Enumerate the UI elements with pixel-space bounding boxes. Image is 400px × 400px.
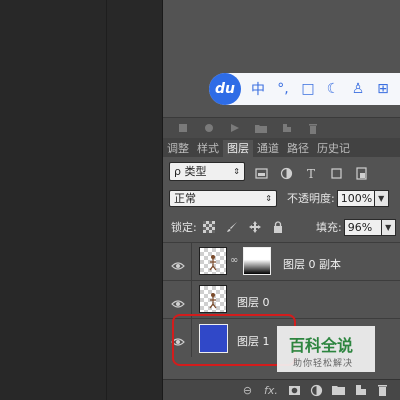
adjustment-filter-icon[interactable] xyxy=(280,165,293,179)
filter-icons: T xyxy=(255,165,380,181)
updown-icon: ⇕ xyxy=(265,193,272,203)
opacity-input[interactable]: 100% xyxy=(336,189,375,207)
lock-icons xyxy=(197,218,284,237)
updown-icon: ⇕ xyxy=(233,166,240,176)
lock-label: 锁定: xyxy=(171,221,197,234)
layer-thumbnail xyxy=(199,285,227,313)
lock-move-icon[interactable] xyxy=(248,218,261,233)
svg-text:T: T xyxy=(307,167,315,180)
tab-adjustments[interactable]: 调整 xyxy=(163,140,193,157)
layer-thumbnail xyxy=(199,247,227,275)
play-icon[interactable] xyxy=(229,122,241,134)
blend-mode-value: 正常 xyxy=(174,192,196,205)
tab-styles[interactable]: 样式 xyxy=(193,140,223,157)
lock-brush-icon[interactable] xyxy=(226,218,238,232)
ime-language-toggle[interactable]: 中 xyxy=(250,79,266,99)
lock-all-icon[interactable] xyxy=(272,218,284,233)
record-icon[interactable] xyxy=(203,122,215,134)
layer-mask-thumbnail[interactable] xyxy=(243,247,271,275)
shape-filter-icon[interactable] xyxy=(330,165,343,179)
trash-icon[interactable] xyxy=(376,384,389,397)
lock-row: 锁定: 填充: 96% ▼ xyxy=(163,216,400,238)
watermark-title: 百科全说 xyxy=(289,336,354,355)
figure-icon xyxy=(209,255,217,271)
stop-icon[interactable] xyxy=(177,122,189,134)
layer-name: 图层 0 xyxy=(237,296,270,309)
tab-paths[interactable]: 路径 xyxy=(283,140,313,157)
smart-object-filter-icon[interactable] xyxy=(355,165,368,180)
collapsed-panel-icon-bar xyxy=(163,117,400,139)
new-item-icon[interactable] xyxy=(281,122,293,134)
tab-history[interactable]: 历史记 xyxy=(313,140,354,157)
canvas-divider xyxy=(106,0,107,400)
adjustment-icon[interactable] xyxy=(310,384,323,397)
tab-layers[interactable]: 图层 xyxy=(223,140,253,157)
layer-row[interactable]: ∞ 图层 0 副本 xyxy=(163,242,400,281)
ime-moon-icon[interactable]: ☾ xyxy=(325,81,341,97)
filter-kind-select[interactable]: ρ 类型 ⇕ xyxy=(169,161,245,181)
panel-tabs: 调整 样式 图层 通道 路径 历史记 xyxy=(163,138,400,157)
layer-name: 图层 0 副本 xyxy=(283,258,341,271)
ime-punctuation-toggle[interactable]: °, xyxy=(275,81,291,97)
mask-icon[interactable] xyxy=(288,384,301,397)
filter-kind-label: ρ 类型 xyxy=(174,165,207,178)
document-canvas-area xyxy=(0,0,162,400)
type-filter-icon[interactable]: T xyxy=(305,165,318,181)
filter-row: ρ 类型 ⇕ T xyxy=(163,160,400,182)
lock-transparent-icon[interactable] xyxy=(202,218,215,233)
fill-input[interactable]: 96% xyxy=(343,218,382,236)
tab-channels[interactable]: 通道 xyxy=(253,140,283,157)
eye-icon[interactable] xyxy=(171,256,185,270)
ime-fullwidth-icon[interactable]: □ xyxy=(300,81,316,97)
trash-icon[interactable] xyxy=(307,122,319,134)
pixel-filter-icon[interactable] xyxy=(255,165,268,179)
chain-link-icon[interactable]: ∞ xyxy=(230,255,238,266)
opacity-dropdown-button[interactable]: ▼ xyxy=(374,189,389,207)
blend-mode-select[interactable]: 正常 ⇕ xyxy=(169,189,277,207)
folder-icon[interactable] xyxy=(255,122,267,134)
watermark: 百科全说 助你轻松解决 xyxy=(277,326,375,372)
visibility-column-divider xyxy=(191,243,192,281)
ime-grid-icon[interactable]: ⊞ xyxy=(375,81,391,97)
fill-dropdown-button[interactable]: ▼ xyxy=(381,218,396,236)
eye-icon[interactable] xyxy=(171,294,185,308)
ime-logo[interactable]: du xyxy=(209,73,241,105)
ime-toolbar: du 中 °, □ ☾ ♙ ⊞ xyxy=(209,73,400,105)
layers-bottom-toolbar: ⊖ fx. xyxy=(163,379,400,400)
blend-row: 正常 ⇕ 不透明度: 100% ▼ xyxy=(163,187,400,209)
fill-label: 填充: xyxy=(316,221,342,234)
fx-icon[interactable]: fx. xyxy=(263,384,279,397)
watermark-subtitle: 助你轻松解决 xyxy=(293,359,354,369)
group-icon[interactable] xyxy=(332,384,345,397)
new-layer-icon[interactable] xyxy=(354,384,367,397)
link-icon[interactable]: ⊖ xyxy=(241,384,254,397)
ime-user-icon[interactable]: ♙ xyxy=(350,81,366,97)
opacity-label: 不透明度: xyxy=(287,192,335,205)
figure-icon xyxy=(209,293,217,309)
